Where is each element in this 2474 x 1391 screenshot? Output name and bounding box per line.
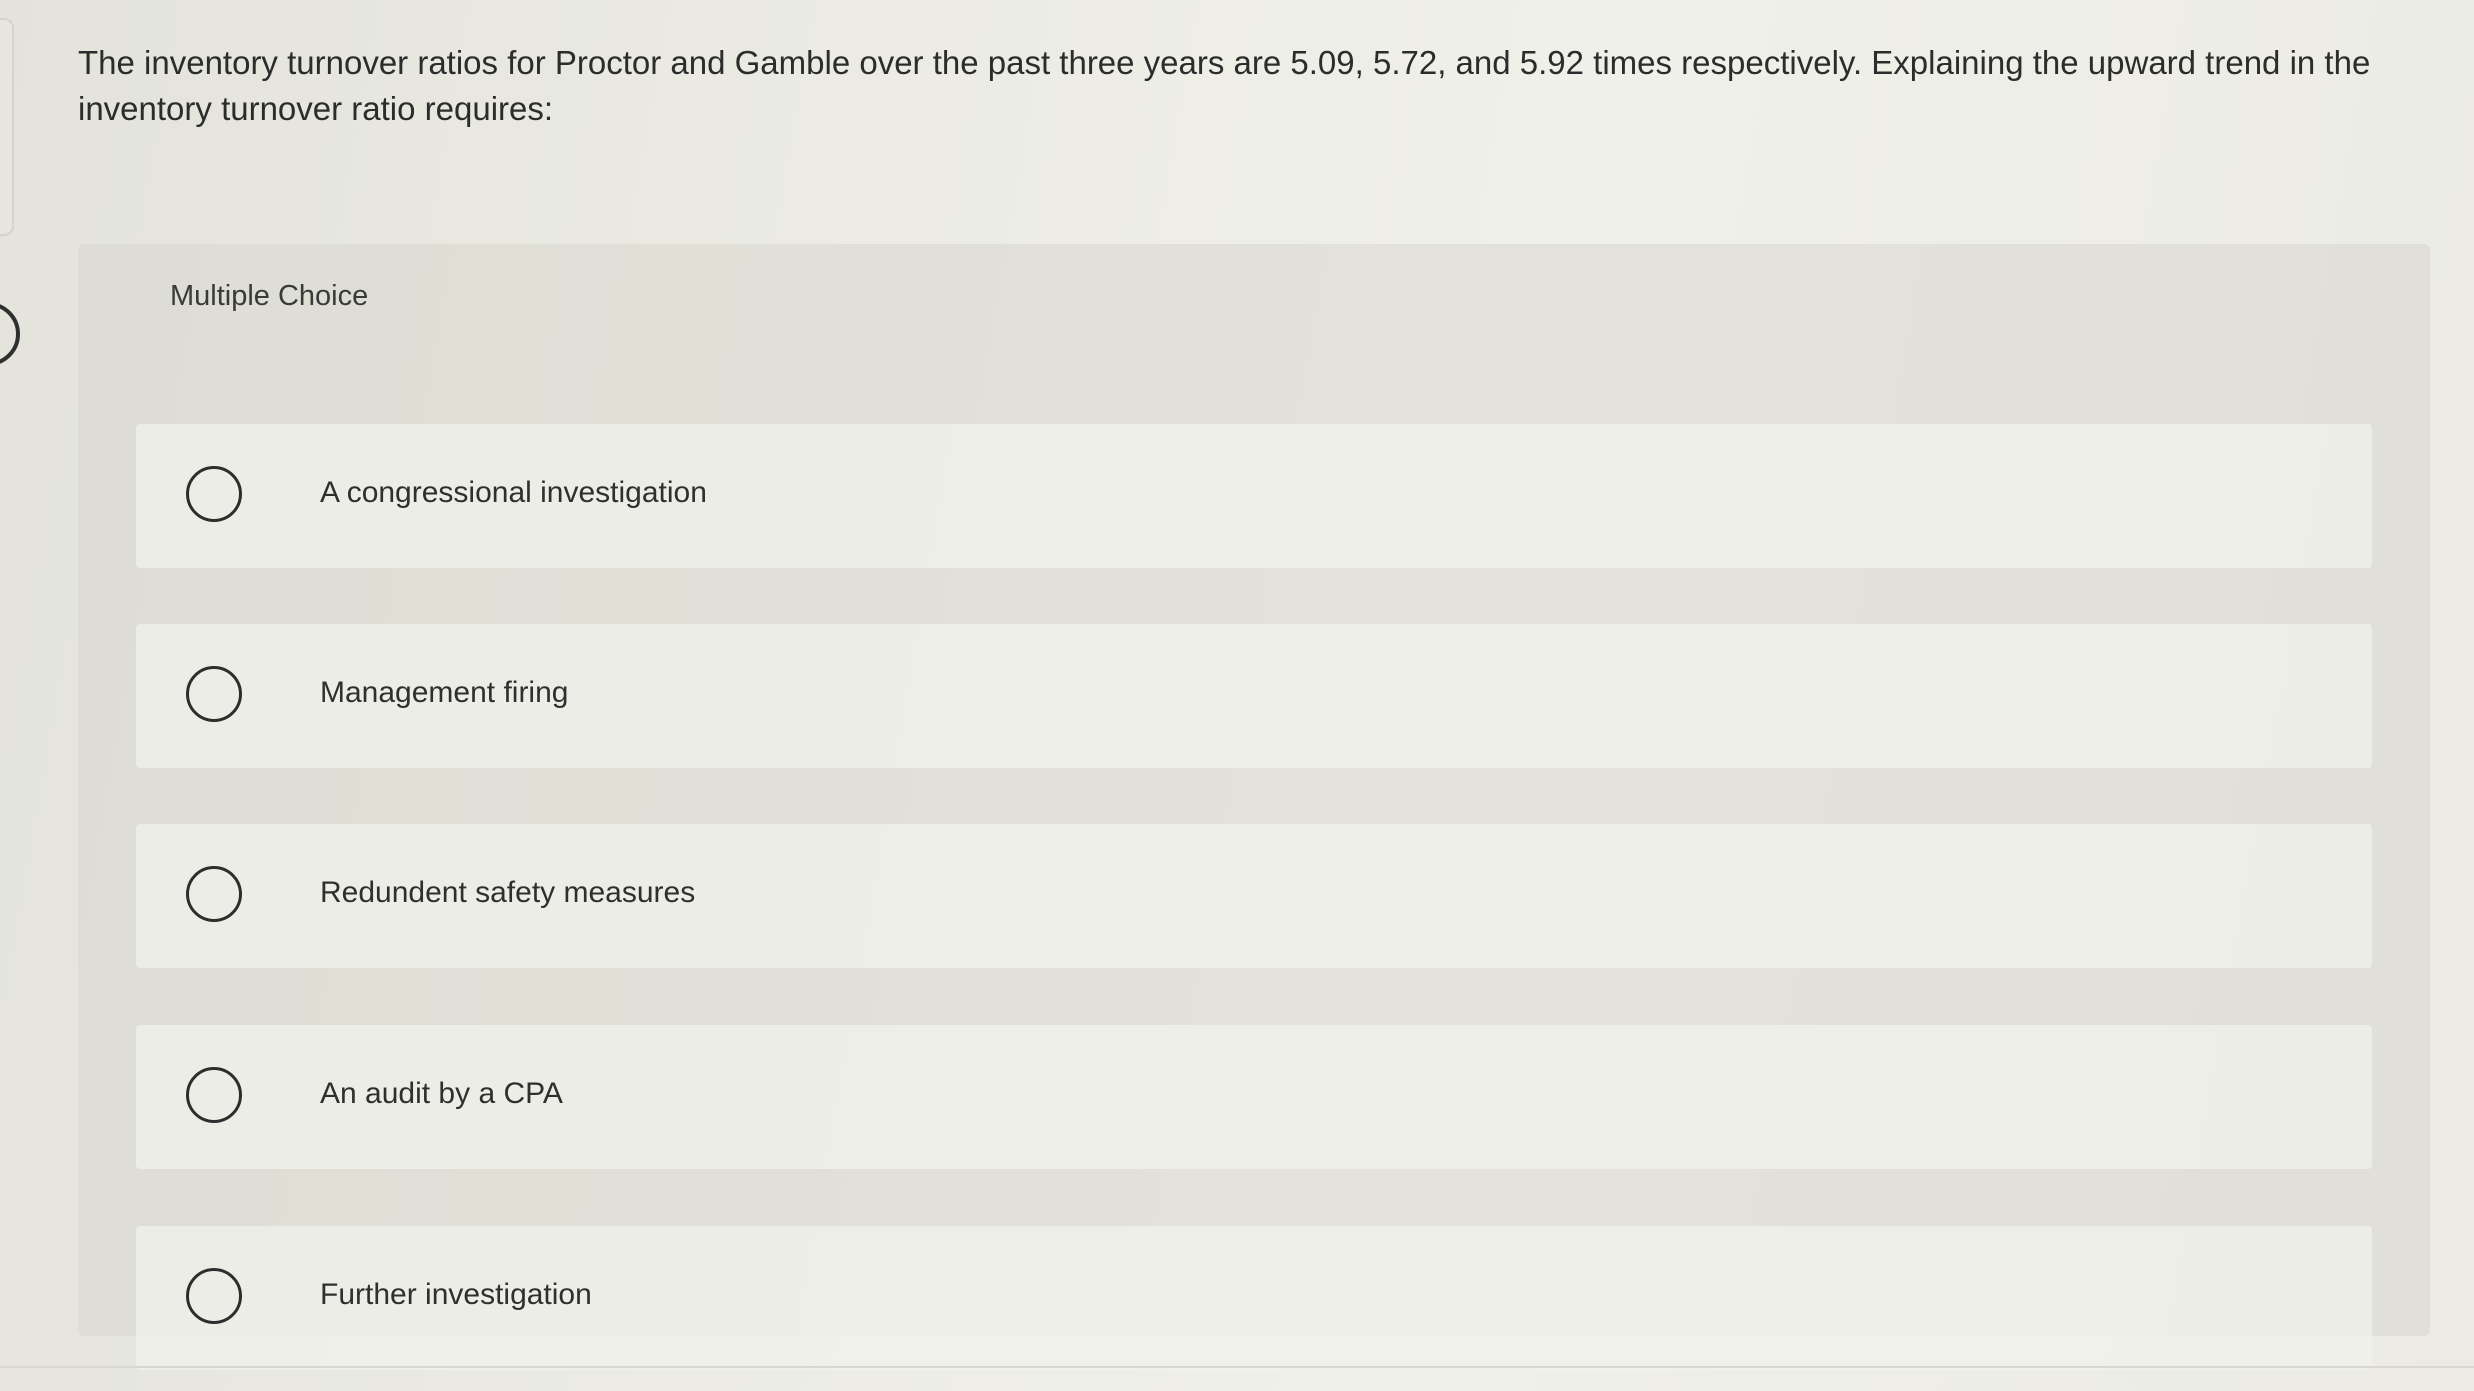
option-c[interactable]: Redundent safety measures [136, 824, 2372, 968]
radio-button[interactable] [186, 866, 242, 922]
option-label: An audit by a CPA [320, 1077, 563, 1110]
left-edge-tab[interactable] [0, 18, 14, 236]
option-label: Further investigation [320, 1278, 592, 1311]
panel-label: Multiple Choice [170, 280, 369, 312]
radio-button[interactable] [186, 466, 242, 522]
radio-button[interactable] [186, 666, 242, 722]
question-text: The inventory turnover ratios for Procto… [78, 44, 2371, 127]
option-b[interactable]: Management firing [136, 624, 2372, 768]
radio-button[interactable] [186, 1268, 242, 1324]
option-label: A congressional investigation [320, 476, 707, 509]
radio-button[interactable] [186, 1067, 242, 1123]
bottom-divider [0, 1366, 2474, 1368]
multiple-choice-panel: Multiple Choice A congressional investig… [78, 244, 2430, 1370]
option-e[interactable]: Further investigation [136, 1226, 2372, 1370]
option-a[interactable]: A congressional investigation [136, 424, 2372, 568]
left-edge-circle-icon[interactable] [0, 302, 20, 366]
option-d[interactable]: An audit by a CPA [136, 1025, 2372, 1169]
option-label: Redundent safety measures [320, 876, 696, 909]
option-label: Management firing [320, 676, 569, 709]
